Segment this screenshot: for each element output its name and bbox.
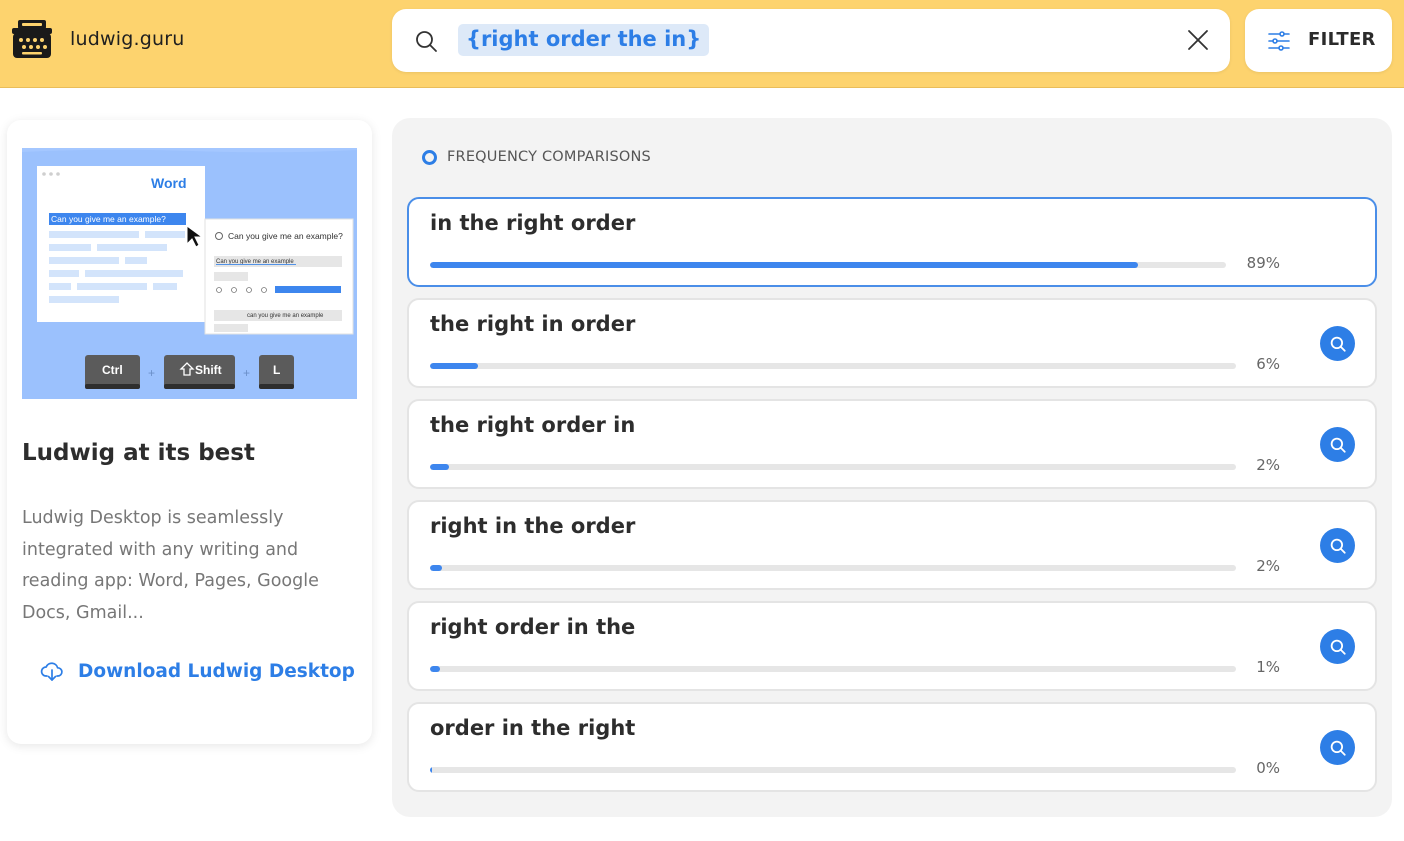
typewriter-logo-icon[interactable] [12, 19, 52, 59]
filter-button[interactable]: FILTER [1245, 9, 1392, 72]
frequency-bar-track [430, 464, 1236, 470]
download-desktop-link[interactable]: Download Ludwig Desktop [40, 657, 355, 685]
search-phrase-button[interactable] [1320, 629, 1355, 664]
cloud-download-icon [40, 662, 63, 681]
frequency-bar-fill [430, 565, 443, 571]
result-card[interactable]: right in the order 2% [407, 500, 1377, 590]
search-icon [1330, 336, 1346, 352]
section-header: FREQUENCY COMPARISONS [422, 148, 651, 166]
download-link-label: Download Ludwig Desktop [78, 660, 355, 682]
search-icon [416, 31, 437, 52]
frequency-bar-track [430, 666, 1236, 672]
popup-question: Can you give me an example? [228, 231, 343, 241]
result-phrase: order in the right [430, 716, 636, 740]
frequency-bar-track [430, 565, 1236, 571]
result-card[interactable]: the right order in 2% [407, 399, 1377, 489]
frequency-percent: 6% [1256, 355, 1280, 373]
ludwig-desktop-illustration: Word Can you give me an example? Can you… [22, 148, 357, 399]
section-title: FREQUENCY COMPARISONS [447, 149, 651, 165]
sliders-icon [1268, 31, 1290, 51]
word-label: Word [151, 175, 187, 191]
search-input[interactable]: {right order the in} [458, 24, 710, 56]
key-ctrl: Ctrl [102, 363, 123, 377]
key-l: L [273, 363, 280, 377]
frequency-bar-track [430, 767, 1236, 773]
top-bar: ludwig.guru {right order the in} FILTER [0, 0, 1404, 88]
svg-text:+: + [148, 366, 155, 380]
result-card[interactable]: the right in order 6% [407, 298, 1377, 388]
result-phrase: in the right order [430, 211, 636, 235]
promo-title: Ludwig at its best [22, 440, 255, 466]
popup-item-2: can you give me an example [247, 313, 324, 319]
promo-card: Word Can you give me an example? Can you… [7, 120, 372, 744]
search-icon [1330, 437, 1346, 453]
search-phrase-button[interactable] [1320, 528, 1355, 563]
result-phrase: the right in order [430, 312, 636, 336]
search-icon [1330, 538, 1346, 554]
frequency-bar-fill [430, 464, 449, 470]
search-icon [1330, 740, 1346, 756]
search-box[interactable]: {right order the in} [392, 9, 1230, 72]
promo-description: Ludwig Desktop is seamlessly integrated … [22, 508, 319, 623]
frequency-bar-fill [430, 262, 1139, 268]
frequency-bar-fill [430, 767, 433, 773]
frequency-percent: 2% [1256, 456, 1280, 474]
search-icon [1330, 639, 1346, 655]
frequency-percent: 2% [1256, 557, 1280, 575]
search-phrase-button[interactable] [1320, 427, 1355, 462]
frequency-percent: 1% [1256, 658, 1280, 676]
result-phrase: the right order in [430, 413, 636, 437]
frequency-bar-track [430, 363, 1236, 369]
search-phrase-button[interactable] [1320, 730, 1355, 765]
result-phrase: right order in the [430, 615, 636, 639]
result-phrase: right in the order [430, 514, 636, 538]
brand-name[interactable]: ludwig.guru [70, 28, 184, 50]
result-card[interactable]: in the right order 89% [407, 197, 1377, 287]
svg-text:+: + [243, 366, 250, 380]
search-phrase-button[interactable] [1320, 326, 1355, 361]
circle-icon [422, 149, 437, 165]
result-card[interactable]: right order in the 1% [407, 601, 1377, 691]
result-card[interactable]: order in the right 0% [407, 702, 1377, 792]
results-panel: FREQUENCY COMPARISONS in the right order… [392, 118, 1392, 817]
highlight-text: Can you give me an example? [51, 214, 166, 224]
filter-label: FILTER [1308, 29, 1376, 50]
frequency-bar-track [430, 262, 1226, 268]
key-shift: Shift [195, 363, 222, 377]
close-icon[interactable] [1186, 28, 1210, 52]
frequency-percent: 0% [1256, 759, 1280, 777]
frequency-percent: 89% [1246, 254, 1280, 272]
frequency-bar-fill [430, 666, 441, 672]
frequency-bar-fill [430, 363, 479, 369]
